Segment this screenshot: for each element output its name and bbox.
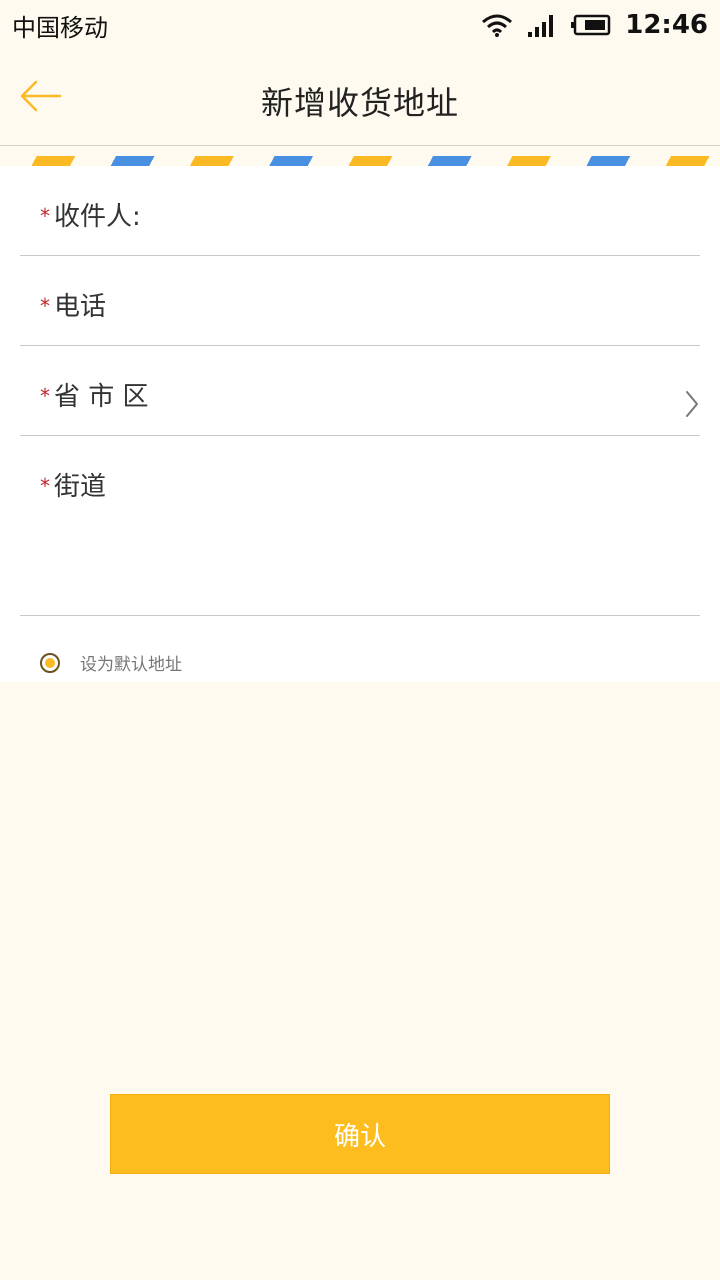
confirm-button[interactable]: 确认 — [110, 1094, 610, 1174]
recipient-label: * 收件人: — [40, 202, 141, 232]
radio-selected-dot — [45, 657, 55, 668]
required-mark: * — [40, 474, 50, 498]
required-mark: * — [40, 384, 50, 408]
recipient-input[interactable] — [170, 192, 650, 232]
address-form: * 收件人: * 电话 * 省 市 区 * 街道 设为默认地址 — [0, 166, 720, 682]
region-label: * 省 市 区 — [40, 382, 149, 412]
battery-icon — [571, 14, 611, 36]
status-icons: 12:46 — [481, 10, 708, 40]
required-mark: * — [40, 294, 50, 318]
screen: 中国移动 12:46 新增收货地址 * 收件人: * 电话 * 省 市 区 * … — [0, 0, 720, 1280]
airmail-stripe — [0, 156, 720, 166]
default-address-label: 设为默认地址 — [80, 655, 182, 675]
street-input[interactable] — [40, 500, 680, 600]
nav-bar: 新增收货地址 — [0, 50, 720, 146]
signal-icon — [527, 13, 557, 37]
street-label: * 街道 — [40, 472, 107, 502]
carrier-name: 中国移动 — [12, 13, 108, 42]
default-address-radio[interactable] — [40, 652, 60, 673]
status-time: 12:46 — [625, 10, 708, 40]
form-row-street: * 街道 — [20, 436, 700, 616]
page-title: 新增收货地址 — [260, 84, 459, 122]
form-row-phone: * 电话 — [20, 256, 700, 346]
default-address-option[interactable]: 设为默认地址 — [40, 650, 182, 675]
wifi-icon — [481, 13, 513, 37]
form-row-recipient: * 收件人: — [20, 166, 700, 256]
phone-input[interactable] — [170, 282, 650, 322]
status-bar: 中国移动 12:46 — [0, 0, 720, 50]
region-selector[interactable]: * 省 市 区 — [20, 346, 700, 436]
phone-label: * 电话 — [40, 292, 107, 322]
chevron-right-icon — [684, 390, 700, 422]
required-mark: * — [40, 204, 50, 228]
